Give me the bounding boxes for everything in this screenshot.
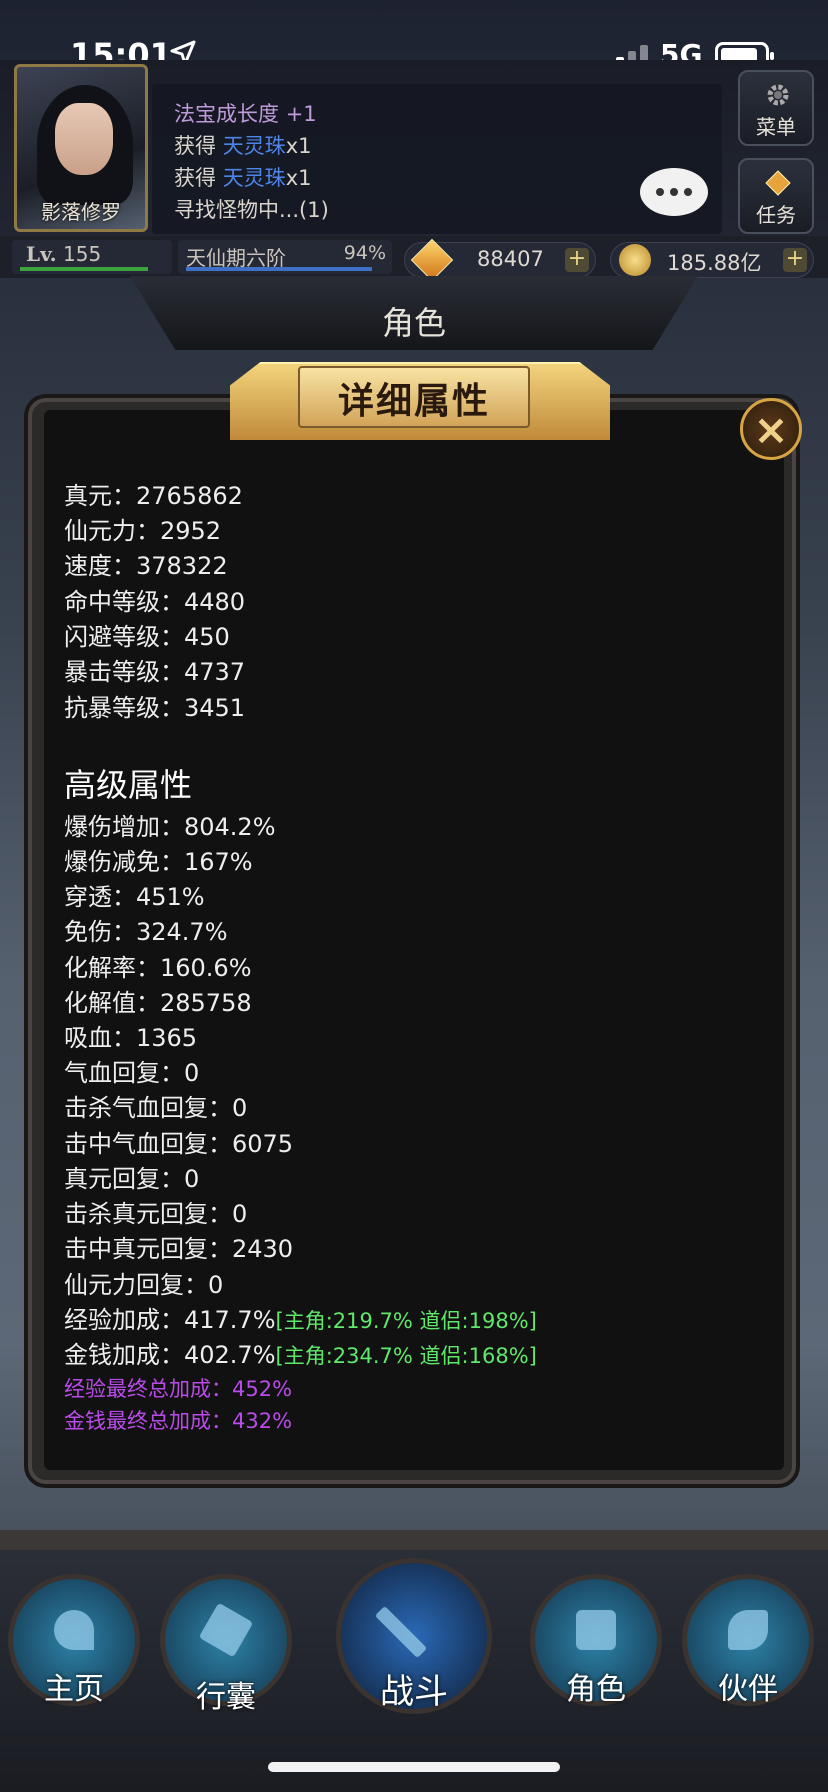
close-button[interactable]: × [740, 398, 802, 460]
level-label: Lv. [26, 242, 57, 266]
attr-advanced: 爆伤增加：804.2% [64, 813, 276, 841]
attr-advanced: 穿透：451% [64, 883, 205, 911]
attr-advanced: 爆伤减免：167% [64, 848, 253, 876]
nav-home-label: 主页 [44, 1672, 104, 1707]
advanced-attributes-title: 高级属性 [64, 766, 193, 804]
home-indicator[interactable] [268, 1762, 560, 1772]
attr-basic: 抗暴等级：3451 [64, 694, 246, 722]
chat-bubble-icon[interactable] [640, 168, 708, 216]
quest-button[interactable]: 任务 [738, 158, 814, 234]
gold-amount: 185.88亿 [667, 251, 762, 275]
attr-advanced: 仙元力回复：0 [64, 1271, 224, 1299]
attr-basic: 真元：2765862 [64, 482, 243, 510]
log-line: 法宝成长度 +1 [174, 102, 317, 126]
menu-button[interactable]: 菜单 [738, 70, 814, 146]
gear-icon [767, 84, 789, 106]
add-gems-button[interactable]: + [565, 248, 589, 272]
attr-advanced: 化解值：285758 [64, 989, 252, 1017]
attr-advanced: 气血回复：0 [64, 1059, 200, 1087]
partner-icon [728, 1610, 768, 1650]
nav-role-label: 角色 [566, 1672, 626, 1707]
diamond-icon [765, 170, 791, 196]
attr-advanced: 击中气血回复：6075 [64, 1130, 294, 1158]
attr-advanced: 击杀真元回复：0 [64, 1200, 248, 1228]
home-icon [54, 1610, 94, 1650]
attr-basic: 仙元力：2952 [64, 517, 222, 545]
level-box: Lv. 155 [12, 240, 172, 274]
gold-currency: 185.88亿 + [610, 242, 814, 278]
attr-advanced: 击杀气血回复：0 [64, 1094, 248, 1122]
attr-advanced: 击中真元回复：2430 [64, 1235, 294, 1263]
player-name: 影落修罗 [41, 200, 121, 224]
bottom-nav-frame [0, 1530, 828, 1550]
attr-advanced: 免伤：324.7% [64, 918, 228, 946]
panel-title: 详细属性 [337, 381, 490, 422]
level-progress-bar [20, 267, 148, 271]
attr-gold-final: 金钱最终总加成：432% [64, 1409, 293, 1433]
attr-advanced: 真元回复：0 [64, 1165, 200, 1193]
attr-basic: 速度：378322 [64, 552, 228, 580]
log-line: 寻找怪物中...(1) [174, 198, 329, 222]
player-avatar[interactable]: 影落修罗 [14, 64, 148, 232]
realm-progress: 94% [343, 242, 386, 264]
realm-box: 天仙期六阶 94% [178, 240, 392, 274]
page-title: 角色 [381, 304, 446, 342]
attr-exp-bonus: 经验加成：417.7%[主角:219.7% 道侣:198%] [64, 1306, 537, 1334]
coin-icon [619, 244, 651, 276]
log-line: 获得 天灵珠x1 [174, 166, 312, 190]
chest-icon [576, 1610, 616, 1650]
log-line: 获得 天灵珠x1 [174, 134, 312, 158]
gem-currency: 88407 + [404, 238, 596, 282]
realm-progress-bar [186, 267, 373, 271]
event-log: 法宝成长度 +1 获得 天灵珠x1 获得 天灵珠x1 寻找怪物中...(1) [152, 84, 722, 234]
attr-basic: 闪避等级：450 [64, 623, 230, 651]
quest-label: 任务 [756, 203, 796, 227]
attr-advanced: 化解率：160.6% [64, 954, 252, 982]
attr-basic: 暴击等级：4737 [64, 658, 246, 686]
nav-battle-label: 战斗 [380, 1672, 448, 1712]
gem-icon [410, 238, 454, 282]
add-gold-button[interactable]: + [783, 248, 807, 272]
nav-bag-label: 行囊 [196, 1680, 256, 1715]
attr-exp-final: 经验最终总加成：452% [64, 1377, 293, 1401]
gem-amount: 88407 [477, 247, 544, 271]
menu-label: 菜单 [756, 115, 796, 139]
attr-advanced: 吸血：1365 [64, 1024, 198, 1052]
close-icon: × [753, 405, 789, 454]
nav-partner-label: 伙伴 [718, 1672, 778, 1707]
attr-basic: 命中等级：4480 [64, 588, 246, 616]
level-value: 155 [63, 242, 102, 266]
attr-gold-bonus: 金钱加成：402.7%[主角:234.7% 道侣:168%] [64, 1341, 537, 1369]
